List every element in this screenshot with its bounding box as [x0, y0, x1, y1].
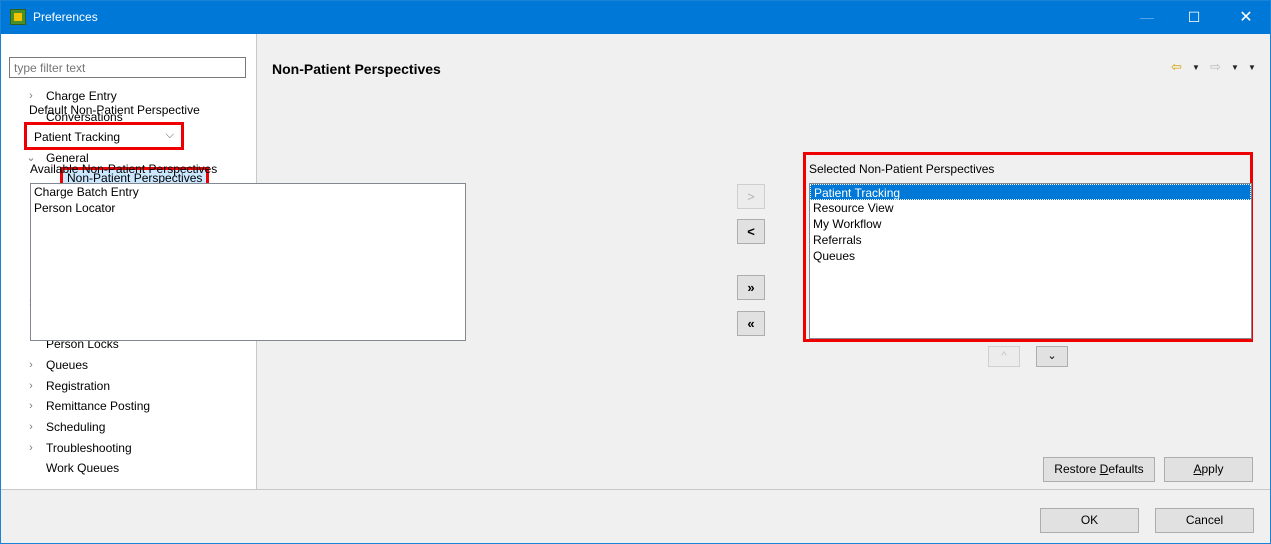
maximize-button[interactable]: ☐: [1171, 1, 1217, 34]
filter-input[interactable]: [9, 57, 246, 78]
forward-menu-caret-icon[interactable]: ▼: [1231, 63, 1239, 72]
tree-item[interactable]: › Troubleshooting: [9, 438, 249, 459]
available-perspectives-list[interactable]: Charge Batch Entry Person Locator: [30, 183, 466, 341]
remove-all-button[interactable]: «: [737, 311, 765, 336]
move-down-button[interactable]: ⌄: [1036, 346, 1068, 367]
close-button[interactable]: ✕: [1223, 1, 1269, 34]
chevron-right-icon[interactable]: ›: [25, 355, 37, 376]
view-menu-icon[interactable]: ▼: [1248, 63, 1256, 72]
tree-item-label: Scheduling: [46, 420, 106, 434]
chevron-right-icon[interactable]: ›: [25, 376, 37, 397]
cancel-button[interactable]: Cancel: [1155, 508, 1254, 533]
tree-item[interactable]: › Registration: [9, 376, 249, 397]
selected-perspectives-list[interactable]: Patient Tracking Resource View My Workflow…: [809, 183, 1252, 339]
tree-item[interactable]: Work Queues: [9, 458, 249, 479]
list-item[interactable]: Queues: [810, 248, 1251, 264]
ok-button[interactable]: OK: [1040, 508, 1139, 533]
restore-label-b: efaults: [1108, 462, 1144, 476]
list-item[interactable]: Resource View: [810, 200, 1251, 216]
tree-item-label: Queues: [46, 357, 89, 372]
chevron-right-icon[interactable]: ›: [25, 396, 37, 417]
app-icon: [10, 9, 26, 25]
list-item[interactable]: My Workflow: [810, 216, 1251, 232]
restore-defaults-button[interactable]: Restore Defaults: [1043, 457, 1155, 482]
selected-perspectives-label: Selected Non-Patient Perspectives: [809, 162, 995, 176]
default-perspective-label: Default Non-Patient Perspective: [29, 103, 200, 117]
add-button[interactable]: >: [737, 184, 765, 209]
window-title: Preferences: [33, 10, 98, 24]
tree-item-label: Work Queues: [46, 461, 120, 476]
button-bar-separator: [1, 489, 1270, 490]
tree-item-label: Remittance Posting: [46, 399, 151, 414]
combo-value: Patient Tracking: [34, 130, 121, 144]
history-nav: ⇦ ▼ ⇨ ▼ ▼: [1171, 59, 1261, 75]
apply-mnemonic: A: [1193, 462, 1202, 476]
tree-item[interactable]: › Queues: [9, 355, 249, 376]
page-title: Non-Patient Perspectives: [272, 61, 441, 77]
default-perspective-combo[interactable]: Patient Tracking ⌵: [24, 122, 184, 150]
list-item[interactable]: Patient Tracking: [810, 184, 1251, 200]
remove-button[interactable]: <: [737, 219, 765, 244]
title-bar: Preferences — ☐ ✕: [1, 1, 1270, 34]
chevron-right-icon[interactable]: ›: [25, 417, 37, 438]
preferences-window: Preferences — ☐ ✕ ›Charge EntryConversat…: [0, 0, 1271, 544]
add-all-button[interactable]: »: [737, 275, 765, 300]
tree-item-label: Registration: [46, 378, 111, 393]
tree-item[interactable]: › Scheduling: [9, 417, 249, 438]
list-item[interactable]: Charge Batch Entry: [31, 184, 465, 200]
apply-label: pply: [1201, 462, 1224, 476]
minimize-button[interactable]: —: [1124, 1, 1170, 34]
chevron-down-icon: ⌵: [165, 129, 174, 141]
move-up-button[interactable]: ^: [988, 346, 1020, 367]
tree-item-label: Troubleshooting: [46, 440, 132, 455]
restore-label-a: Restore: [1054, 462, 1100, 476]
forward-arrow-icon[interactable]: ⇨: [1210, 59, 1221, 75]
back-menu-caret-icon[interactable]: ▼: [1192, 63, 1200, 72]
available-perspectives-label: Available Non-Patient Perspectives: [30, 162, 218, 176]
chevron-right-icon[interactable]: ›: [25, 438, 37, 459]
back-arrow-icon[interactable]: ⇦: [1171, 59, 1182, 75]
tree-item[interactable]: › Remittance Posting: [9, 396, 249, 417]
list-item[interactable]: Referrals: [810, 232, 1251, 248]
list-item[interactable]: Person Locator: [31, 200, 465, 216]
apply-button[interactable]: Apply: [1164, 457, 1253, 482]
